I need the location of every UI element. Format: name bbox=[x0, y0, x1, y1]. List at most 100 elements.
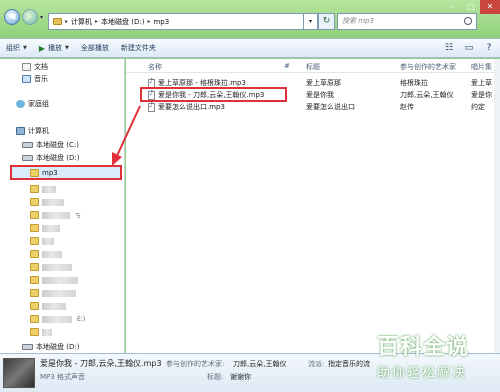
folder-item-blurred[interactable] bbox=[30, 326, 52, 338]
folder-item-blurred[interactable] bbox=[30, 235, 54, 247]
folder-icon bbox=[30, 263, 39, 271]
partial-label: ㄎ bbox=[75, 212, 82, 220]
chevron-right-icon: ▸ bbox=[95, 18, 99, 25]
folder-item-blurred[interactable] bbox=[30, 183, 56, 195]
drive-icon bbox=[22, 155, 33, 161]
folder-icon bbox=[30, 224, 39, 232]
nav-label: mp3 bbox=[42, 169, 58, 177]
blurred-label bbox=[42, 185, 56, 193]
breadcrumb-computer[interactable]: 计算机 bbox=[71, 17, 92, 27]
refresh-button[interactable]: ↻ bbox=[318, 13, 335, 30]
minimize-button[interactable]: – bbox=[444, 0, 462, 14]
recent-pages-icon[interactable]: ▾ bbox=[40, 14, 46, 21]
search-icon bbox=[464, 17, 472, 25]
nav-label: 本地磁盘 (D:) bbox=[36, 154, 80, 162]
organize-label: 组织 bbox=[6, 44, 20, 52]
selected-file-highlight bbox=[140, 87, 287, 102]
blurred-label bbox=[42, 198, 64, 206]
chevron-down-icon: ▼ bbox=[65, 45, 69, 51]
play-button[interactable]: ▶ 播放 ▼ bbox=[33, 40, 75, 56]
column-number[interactable]: # bbox=[284, 62, 290, 70]
folder-icon bbox=[30, 169, 39, 177]
chevron-right-icon: ▸ bbox=[65, 18, 69, 25]
folder-item-blurred[interactable] bbox=[30, 222, 60, 234]
play-all-button[interactable]: 全部播放 bbox=[75, 40, 115, 56]
folder-item-blurred[interactable] bbox=[30, 300, 66, 312]
details-title-value[interactable]: 谢谢你 bbox=[230, 372, 251, 382]
folder-item-blurred[interactable]: ㄎ bbox=[30, 209, 81, 221]
folder-item-blurred[interactable] bbox=[30, 287, 76, 299]
nav-item-mp3[interactable]: mp3 bbox=[30, 167, 58, 179]
file-list-pane: 名称 # 标题 参与创作的艺术家 唱片集 爱上草原那 - 格根珠拉.mp3 爱上… bbox=[126, 59, 500, 353]
folder-item-blurred[interactable] bbox=[30, 196, 64, 208]
details-genre-value[interactable]: 指定音乐的流 bbox=[328, 359, 370, 369]
music-icon bbox=[22, 75, 31, 83]
file-album: 爱上草 bbox=[471, 79, 492, 87]
folder-item-blurred[interactable] bbox=[30, 248, 62, 260]
column-name[interactable]: 名称 bbox=[148, 62, 162, 72]
maximize-button[interactable]: □ bbox=[462, 0, 480, 14]
homegroup-icon bbox=[16, 100, 25, 108]
blurred-label bbox=[42, 250, 62, 258]
nav-item-drive-d-bottom[interactable]: 本地磁盘 (D:) bbox=[22, 341, 79, 353]
forward-button[interactable]: ▶ bbox=[22, 9, 38, 25]
folder-icon bbox=[30, 289, 39, 297]
details-artist-value[interactable]: 刀郎,云朵,王翰仪 bbox=[233, 359, 286, 369]
help-icon[interactable]: ? bbox=[482, 41, 496, 55]
nav-item-music[interactable]: 音乐 bbox=[22, 73, 48, 85]
search-placeholder: 搜索 mp3 bbox=[342, 17, 374, 25]
folder-icon bbox=[30, 198, 39, 206]
new-folder-label: 新建文件夹 bbox=[120, 44, 156, 52]
drive-icon bbox=[22, 142, 33, 148]
search-input[interactable]: 搜索 mp3 bbox=[337, 13, 477, 30]
column-header-row: 名称 # 标题 参与创作的艺术家 唱片集 bbox=[126, 59, 500, 73]
file-title: 爱上草原那 bbox=[306, 79, 341, 87]
folder-icon bbox=[30, 302, 39, 310]
new-folder-button[interactable]: 新建文件夹 bbox=[115, 40, 162, 56]
drive-icon bbox=[22, 344, 33, 350]
navigation-pane: 文档 音乐 家庭组 计算机 本地磁盘 (C:) 本地磁盘 (D:) mp3 ㄎ … bbox=[0, 59, 125, 353]
nav-item-drive-c[interactable]: 本地磁盘 (C:) bbox=[22, 139, 79, 151]
album-art-thumbnail bbox=[3, 358, 35, 388]
blurred-label bbox=[42, 302, 66, 310]
folder-icon bbox=[30, 185, 39, 193]
table-row[interactable]: 爱要怎么说出口.mp3 爱要怎么说出口 赵传 约定 bbox=[126, 101, 500, 113]
preview-pane-icon[interactable]: ▭ bbox=[462, 41, 476, 55]
file-album: 爱是你 bbox=[471, 91, 492, 99]
column-artist[interactable]: 参与创作的艺术家 bbox=[400, 62, 456, 72]
file-title: 爱是你我 bbox=[306, 91, 334, 99]
breadcrumb-mp3[interactable]: mp3 bbox=[153, 18, 169, 26]
nav-item-homegroup[interactable]: 家庭组 bbox=[16, 98, 49, 110]
folder-item-blurred[interactable] bbox=[30, 274, 78, 286]
column-title[interactable]: 标题 bbox=[306, 62, 320, 72]
play-label: 播放 bbox=[48, 44, 63, 52]
address-bar[interactable]: ▸ 计算机 ▸ 本地磁盘 (D:) ▸ mp3 bbox=[48, 13, 318, 30]
breadcrumb-drive-d[interactable]: 本地磁盘 (D:) bbox=[101, 17, 144, 27]
view-options-icon[interactable]: ☷ bbox=[442, 41, 456, 55]
blurred-label bbox=[42, 224, 60, 232]
vertical-scrollbar[interactable] bbox=[494, 59, 500, 353]
selected-folder-highlight bbox=[10, 165, 122, 180]
details-genre-label: 流派: bbox=[308, 360, 325, 368]
partial-label: E:) bbox=[77, 315, 86, 323]
details-filename: 爱是你我 - 刀郎,云朵,王翰仪.mp3 bbox=[40, 359, 162, 368]
nav-label: 本地磁盘 (C:) bbox=[36, 141, 79, 149]
file-artist: 赵传 bbox=[400, 103, 414, 111]
close-button[interactable]: ✕ bbox=[480, 0, 500, 14]
folder-item-blurred[interactable]: E:) bbox=[30, 313, 85, 325]
nav-item-drive-d[interactable]: 本地磁盘 (D:) bbox=[22, 152, 79, 164]
folder-item-blurred[interactable] bbox=[30, 261, 72, 273]
folder-icon bbox=[30, 276, 39, 284]
nav-item-computer[interactable]: 计算机 bbox=[16, 125, 49, 137]
play-icon: ▶ bbox=[38, 43, 46, 53]
folder-icon bbox=[30, 211, 39, 219]
column-album[interactable]: 唱片集 bbox=[471, 62, 492, 72]
document-icon bbox=[22, 63, 31, 71]
blurred-label bbox=[42, 315, 72, 323]
organize-button[interactable]: 组织 ▼ bbox=[0, 40, 33, 56]
file-artist: 格根珠拉 bbox=[400, 79, 428, 87]
address-dropdown-button[interactable]: ▾ bbox=[303, 13, 318, 30]
nav-item-documents[interactable]: 文档 bbox=[22, 61, 48, 73]
back-button[interactable]: ◀ bbox=[4, 9, 20, 25]
blurred-label bbox=[42, 263, 72, 271]
